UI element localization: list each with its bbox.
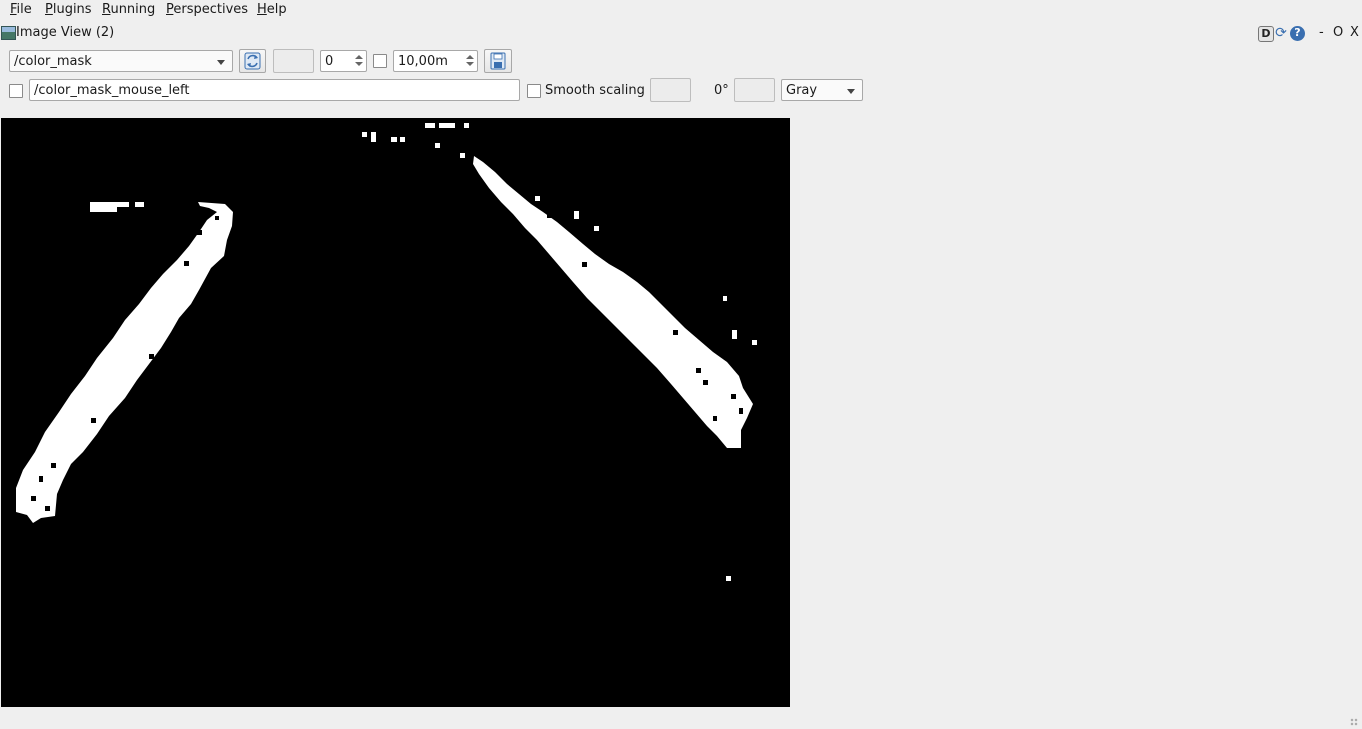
save-icon [490, 52, 506, 70]
plugin-title-bar: Image View (2) D ⟳ ? - O X [0, 24, 1362, 44]
rotate-left-button[interactable] [650, 78, 691, 102]
zoom-placeholder-box [273, 49, 314, 73]
save-image-button[interactable] [484, 49, 512, 73]
max-range-spinbox[interactable]: 10,00m [393, 50, 478, 72]
color-mask-image [16, 123, 757, 581]
topic-value: /color_mask [14, 54, 92, 69]
dynamic-range-checkbox[interactable] [373, 54, 387, 68]
left-mask-blob [16, 202, 233, 523]
max-range-value: 10,00m [398, 54, 448, 69]
menu-help[interactable]: Help [257, 2, 287, 18]
topic-combobox[interactable]: /color_mask [9, 50, 233, 72]
help-icon[interactable]: ? [1290, 26, 1305, 41]
refresh-topics-button[interactable] [239, 49, 266, 73]
rotation-offset-spinbox[interactable]: 0 [320, 50, 367, 72]
chevron-down-icon [217, 60, 225, 65]
resize-grip-icon[interactable] [1350, 718, 1358, 726]
image-view-icon [1, 26, 16, 40]
colormap-combobox[interactable]: Gray [781, 79, 863, 101]
minimize-button[interactable]: - [1319, 25, 1324, 40]
right-mask-blob [362, 123, 757, 581]
menu-plugins[interactable]: Plugins [45, 2, 92, 18]
refresh-icon [244, 52, 261, 70]
rotation-offset-value: 0 [325, 54, 334, 69]
colormap-value: Gray [786, 83, 818, 98]
menu-running[interactable]: Running [102, 2, 155, 18]
chevron-down-icon [847, 89, 855, 94]
float-button[interactable]: O [1333, 25, 1343, 40]
spin-down-icon[interactable] [353, 60, 365, 70]
mouse-topic-value: /color_mask_mouse_left [34, 83, 190, 98]
menu-perspectives[interactable]: Perspectives [166, 2, 248, 18]
rotation-label: 0° [714, 83, 729, 98]
debug-button[interactable]: D [1258, 26, 1274, 42]
image-canvas[interactable] [1, 118, 790, 707]
smooth-scaling-label: Smooth scaling [545, 83, 645, 98]
rotate-right-button[interactable] [734, 78, 775, 102]
mouse-topic-input[interactable]: /color_mask_mouse_left [29, 79, 520, 101]
publish-mouse-checkbox[interactable] [9, 84, 23, 98]
menu-file[interactable]: File [10, 2, 32, 18]
reload-icon[interactable]: ⟳ [1274, 26, 1288, 40]
menubar: File Plugins Running Perspectives Help [0, 0, 1362, 20]
close-button[interactable]: X [1350, 25, 1359, 40]
spin-down-icon[interactable] [464, 60, 476, 70]
smooth-scaling-checkbox[interactable] [527, 84, 541, 98]
plugin-title: Image View (2) [16, 25, 115, 40]
